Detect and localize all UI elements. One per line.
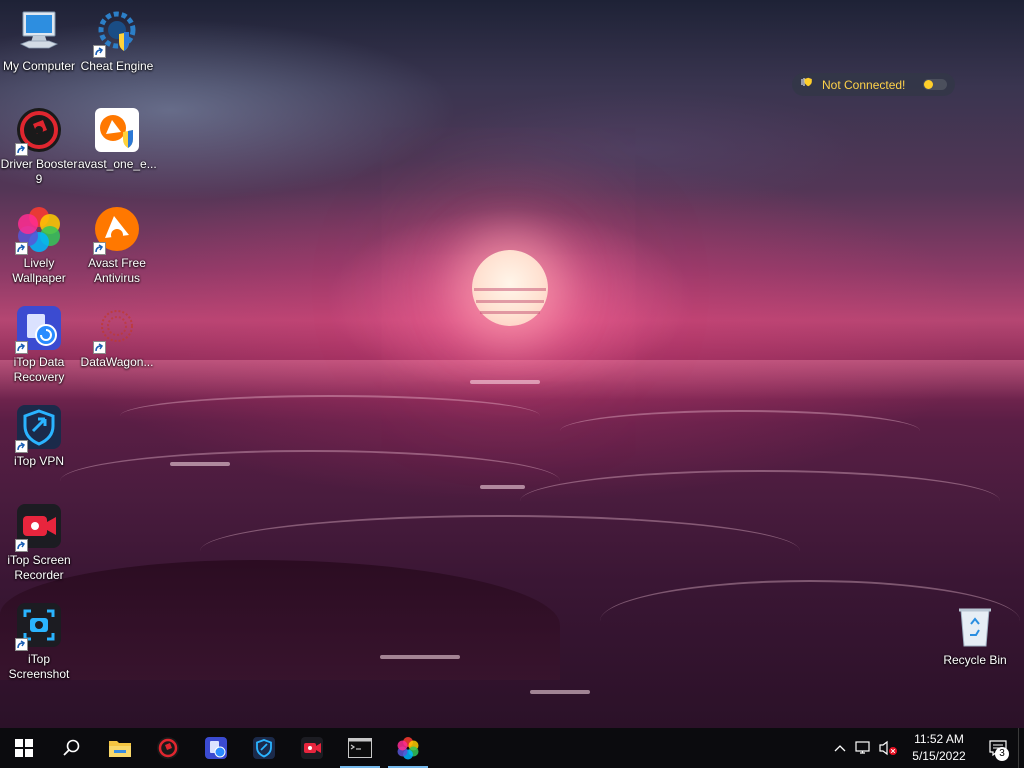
- desktop-icon-avast-free-antivirus[interactable]: Avast Free Antivirus: [78, 205, 156, 286]
- search-button[interactable]: [48, 728, 96, 768]
- desktop-icon-label: My Computer: [2, 59, 76, 73]
- desktop-icon-itop-data-recovery[interactable]: iTop Data Recovery: [0, 304, 78, 385]
- vpn-connect-toggle[interactable]: [923, 79, 947, 90]
- shortcut-arrow-icon: [93, 45, 106, 58]
- desktop-icon-itop-screen-recorder[interactable]: iTop Screen Recorder: [0, 502, 78, 583]
- tray-volume-button[interactable]: [876, 728, 900, 768]
- vpn-status-text: Not Connected!: [822, 77, 906, 92]
- desktop-icon-label: iTop Data Recovery: [13, 355, 65, 384]
- taskbar-driver-booster[interactable]: [144, 728, 192, 768]
- lively-wallpaper-icon: [397, 737, 419, 760]
- desktop-icon-label: iTop Screen Recorder: [7, 553, 71, 582]
- light-glint: [480, 485, 525, 489]
- driver-booster-icon: [157, 737, 179, 759]
- desktop-icon-itop-screenshot[interactable]: iTop Screenshot: [0, 601, 78, 682]
- water-ripple: [560, 410, 920, 452]
- lively-wallpaper-icon: [15, 205, 63, 255]
- shortcut-arrow-icon: [93, 341, 106, 354]
- cheat-engine-icon: [93, 8, 141, 58]
- itop-vpn-icon: [15, 403, 63, 453]
- desktop-icon-label: iTop VPN: [13, 454, 65, 468]
- clock-time: 11:52 AM: [914, 732, 964, 746]
- avast-installer-icon: [93, 106, 141, 154]
- desktop-icon-label: Lively Wallpaper: [12, 256, 66, 285]
- desktop-icon-label: Cheat Engine: [80, 59, 154, 73]
- desktop-icon-cheat-engine[interactable]: Cheat Engine: [78, 8, 156, 74]
- desktop-icon-lively-wallpaper[interactable]: Lively Wallpaper: [0, 205, 78, 286]
- search-icon: [63, 739, 80, 756]
- recycle-bin-icon: [951, 602, 999, 650]
- start-button[interactable]: [0, 728, 48, 768]
- water-ripple: [60, 450, 560, 512]
- tray-network-button[interactable]: [852, 728, 876, 768]
- itop-screenshot-icon: [15, 601, 63, 651]
- shortcut-arrow-icon: [15, 341, 28, 354]
- show-hidden-icons-button[interactable]: [828, 728, 852, 768]
- clock-date: 5/15/2022: [912, 749, 966, 763]
- taskbar-command-prompt[interactable]: [336, 728, 384, 768]
- windows-logo-icon: [15, 739, 33, 757]
- desktop-icon-label: Driver Booster 9: [0, 157, 78, 186]
- vpn-status-widget[interactable]: Not Connected!: [792, 73, 955, 96]
- water-ripple: [120, 395, 540, 437]
- desktop-icon-label: avast_one_e...: [78, 157, 157, 171]
- itop-data-recovery-icon: [205, 737, 227, 759]
- itop-data-recovery-icon: [15, 304, 63, 354]
- itop-vpn-icon: [253, 737, 275, 759]
- datawagon-icon: [93, 304, 141, 354]
- desktop-icon-itop-vpn[interactable]: iTop VPN: [0, 403, 78, 469]
- desktop-icon-label: iTop Screenshot: [8, 652, 70, 681]
- taskbar: 11:52 AM 5/15/2022 3: [0, 728, 1024, 768]
- system-tray: 11:52 AM 5/15/2022 3: [828, 728, 1024, 768]
- sun-band: [480, 311, 540, 314]
- speaker-muted-icon: [879, 740, 897, 756]
- driver-booster-icon: [15, 106, 63, 156]
- light-glint: [170, 462, 230, 466]
- show-desktop-button[interactable]: [1018, 728, 1024, 768]
- shortcut-arrow-icon: [15, 143, 28, 156]
- shortcut-arrow-icon: [15, 638, 28, 651]
- folder-icon: [109, 741, 131, 757]
- network-icon: [855, 741, 870, 754]
- taskbar-file-explorer[interactable]: [96, 728, 144, 768]
- action-center-button[interactable]: 3: [978, 728, 1018, 768]
- taskbar-itop-data-recovery[interactable]: [192, 728, 240, 768]
- shortcut-arrow-icon: [15, 539, 28, 552]
- light-glint: [470, 380, 540, 384]
- avast-icon: [93, 205, 141, 255]
- desktop-icon-my-computer[interactable]: My Computer: [0, 8, 78, 74]
- desktop-icon-avast-one-installer[interactable]: avast_one_e...: [78, 106, 157, 172]
- light-glint: [530, 690, 590, 694]
- desktop-icon-driver-booster[interactable]: Driver Booster 9: [0, 106, 78, 187]
- shortcut-arrow-icon: [15, 440, 28, 453]
- sun-band: [474, 288, 546, 291]
- command-prompt-icon: [348, 738, 372, 758]
- taskbar-itop-screen-recorder[interactable]: [288, 728, 336, 768]
- vpn-shield-icon: [800, 75, 814, 94]
- light-glint: [380, 655, 460, 659]
- desktop-icon-label: Recycle Bin: [943, 653, 1007, 667]
- chevron-up-icon: [834, 745, 846, 752]
- itop-screen-recorder-icon: [15, 502, 63, 552]
- shortcut-arrow-icon: [15, 242, 28, 255]
- taskbar-clock[interactable]: 11:52 AM 5/15/2022: [900, 731, 978, 765]
- sun-band: [476, 300, 544, 303]
- desktop-icon-datawagon[interactable]: DataWagon...: [78, 304, 156, 370]
- taskbar-itop-vpn[interactable]: [240, 728, 288, 768]
- shortcut-arrow-icon: [93, 242, 106, 255]
- taskbar-lively-wallpaper[interactable]: [384, 728, 432, 768]
- computer-icon: [15, 8, 63, 56]
- desktop-icon-label: DataWagon...: [80, 355, 154, 369]
- desktop-icon-recycle-bin[interactable]: Recycle Bin: [936, 602, 1014, 668]
- desktop-icon-label: Avast Free Antivirus: [88, 256, 146, 285]
- notification-count-badge: 3: [995, 747, 1009, 761]
- itop-screen-recorder-icon: [301, 737, 323, 759]
